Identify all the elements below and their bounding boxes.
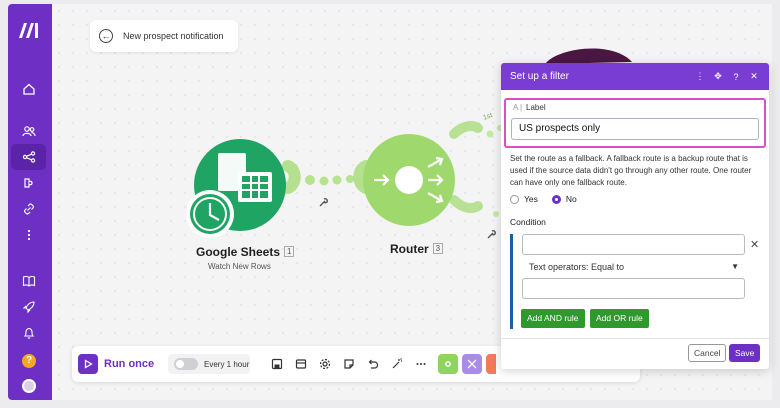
undo-icon[interactable] xyxy=(366,357,380,371)
sheets-node-subtitle: Watch New Rows xyxy=(208,262,271,271)
expand-icon[interactable]: ✥ xyxy=(709,71,727,82)
router-module[interactable] xyxy=(363,134,455,226)
condition-first-operand-input[interactable] xyxy=(522,234,745,255)
label-field-group: A | Label US prospects only xyxy=(504,98,766,148)
fallback-description: Set the route as a fallback. A fallback … xyxy=(510,154,752,187)
fallback-radio-group: Yes No xyxy=(510,194,577,204)
wrench-icon[interactable] xyxy=(319,198,328,207)
condition-label: Condition xyxy=(510,217,546,227)
add-or-rule-button[interactable]: Add OR rule xyxy=(590,309,649,328)
router-node-label: Router 3 xyxy=(390,242,444,256)
more-options-icon[interactable] xyxy=(414,357,428,371)
fallback-no-label: No xyxy=(565,194,577,204)
help-question-icon[interactable]: ? xyxy=(727,72,745,82)
route-connection-2[interactable] xyxy=(449,195,499,217)
label-caption: Label xyxy=(526,103,546,112)
filter-setup-panel: Set up a filter ⋮ ✥ ? ✕ A | Label US pro… xyxy=(501,63,769,369)
settings-gear-icon[interactable] xyxy=(318,357,332,371)
cancel-button[interactable]: Cancel xyxy=(688,344,727,362)
kebab-menu-icon[interactable]: ⋮ xyxy=(691,71,709,82)
panel-title: Set up a filter xyxy=(510,71,569,82)
schedule-control[interactable]: Every 1 hour xyxy=(168,354,250,374)
rocket-icon[interactable] xyxy=(11,294,46,320)
help-icon[interactable]: ? xyxy=(22,354,36,368)
home-icon[interactable] xyxy=(11,76,46,102)
clock-trigger-icon[interactable] xyxy=(186,190,234,238)
route-order-badge: 1st xyxy=(482,112,493,122)
text-parser-icon[interactable] xyxy=(486,354,496,374)
scenario-io-icon[interactable] xyxy=(294,357,308,371)
sheets-node-number: 1 xyxy=(284,246,295,257)
condition-group-bar xyxy=(510,234,513,329)
scenarios-icon[interactable] xyxy=(11,144,46,170)
caret-down-icon: ▼ xyxy=(731,262,739,271)
route-connection-1[interactable] xyxy=(449,121,503,139)
router-node-number: 3 xyxy=(432,243,444,254)
operator-select[interactable]: Text operators: Equal to ▼ xyxy=(522,259,745,275)
wrench-icon[interactable] xyxy=(487,230,496,239)
avatar-icon[interactable] xyxy=(22,379,36,393)
sheets-node-label: Google Sheets 1 xyxy=(196,245,295,259)
run-once-button[interactable]: Run once xyxy=(78,354,154,374)
tools-gear-icon[interactable] xyxy=(438,354,458,374)
auto-align-wand-icon[interactable] xyxy=(390,357,404,371)
connection-sheets-router[interactable] xyxy=(282,160,372,194)
left-sidebar: ? xyxy=(8,4,52,400)
label-caption-row: A | Label xyxy=(513,103,546,112)
notes-icon[interactable] xyxy=(342,357,356,371)
schedule-toggle[interactable] xyxy=(174,358,198,370)
more-icon[interactable] xyxy=(11,222,46,248)
add-and-rule-button[interactable]: Add AND rule xyxy=(521,309,585,328)
bell-icon[interactable] xyxy=(11,320,46,346)
fallback-yes-radio[interactable] xyxy=(510,194,519,204)
text-type-icon: A | xyxy=(513,103,523,112)
play-icon xyxy=(78,354,98,374)
save-button[interactable]: Save xyxy=(729,344,761,362)
condition-second-operand-input[interactable] xyxy=(522,278,745,299)
label-input[interactable]: US prospects only xyxy=(511,118,759,140)
remove-condition-icon[interactable]: ✕ xyxy=(750,238,759,251)
make-logo-icon[interactable] xyxy=(17,20,43,40)
close-icon[interactable]: ✕ xyxy=(745,71,763,82)
connections-icon[interactable] xyxy=(11,196,46,222)
templates-icon[interactable] xyxy=(11,170,46,196)
run-once-label: Run once xyxy=(104,358,155,370)
panel-footer-divider xyxy=(501,338,769,339)
hidden-module-top[interactable] xyxy=(545,48,632,64)
docs-icon[interactable] xyxy=(11,268,46,294)
router-node-title: Router xyxy=(390,242,429,256)
panel-header: Set up a filter ⋮ ✥ ? ✕ xyxy=(501,63,769,90)
schedule-label: Every 1 hour xyxy=(204,359,250,369)
sheets-node-title: Google Sheets xyxy=(196,245,281,259)
team-icon[interactable] xyxy=(11,118,46,144)
save-icon[interactable] xyxy=(270,357,284,371)
fallback-yes-label: Yes xyxy=(524,194,538,204)
fallback-no-radio[interactable] xyxy=(551,194,561,204)
operator-value: Text operators: Equal to xyxy=(529,262,625,272)
flow-control-icon[interactable] xyxy=(462,354,482,374)
